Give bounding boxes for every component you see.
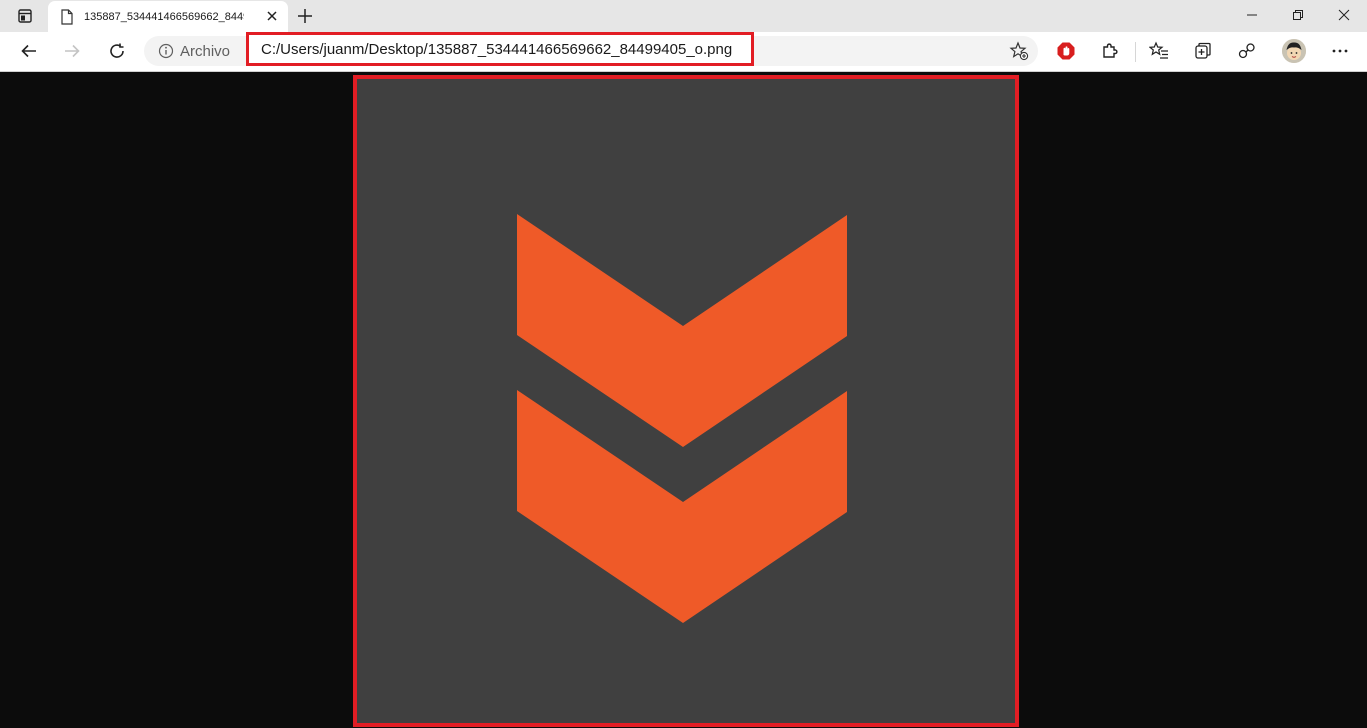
- tab-actions-icon: [18, 9, 32, 23]
- collections-button[interactable]: [1188, 38, 1218, 64]
- heart-pulse-icon: [1238, 43, 1255, 59]
- extensions-button[interactable]: [1095, 38, 1125, 64]
- page-icon: [60, 8, 74, 25]
- refresh-icon: [110, 43, 124, 58]
- add-favorite-button[interactable]: [1008, 41, 1030, 61]
- favorites-button[interactable]: [1144, 38, 1174, 64]
- site-info-button[interactable]: Archivo: [158, 36, 230, 66]
- info-icon: [158, 43, 174, 59]
- image-viewer: [0, 72, 1367, 728]
- refresh-button[interactable]: [103, 38, 131, 64]
- avatar: [1282, 39, 1306, 63]
- stop-sign-icon: [1057, 42, 1075, 60]
- profile-button[interactable]: [1279, 38, 1309, 64]
- forward-button[interactable]: [58, 38, 86, 64]
- restore-icon: [1293, 10, 1303, 20]
- more-horizontal-icon: [1332, 49, 1348, 53]
- plus-icon: [298, 9, 312, 23]
- tab-title: 135887_534441466569662_84499405_o.png: [84, 10, 244, 23]
- displayed-image[interactable]: [353, 75, 1019, 727]
- collections-icon: [1195, 42, 1211, 59]
- minimize-button[interactable]: [1229, 0, 1275, 30]
- arrow-left-icon: [21, 44, 36, 58]
- site-info-label: Archivo: [180, 42, 231, 60]
- arrow-right-icon: [65, 44, 80, 58]
- restore-button[interactable]: [1275, 0, 1321, 30]
- new-tab-button[interactable]: [295, 7, 315, 25]
- minimize-icon: [1247, 14, 1257, 16]
- url-text[interactable]: C:/Users/juanm/Desktop/135887_5344414665…: [246, 32, 754, 66]
- close-tab-icon[interactable]: [266, 10, 278, 22]
- tab-actions-button[interactable]: [10, 5, 40, 27]
- puzzle-icon: [1103, 43, 1118, 58]
- settings-more-button[interactable]: [1325, 38, 1355, 64]
- window-controls: [1229, 0, 1367, 30]
- close-window-button[interactable]: [1321, 0, 1367, 30]
- tab-active[interactable]: 135887_534441466569662_84499405_o.png: [48, 1, 288, 32]
- tab-strip: 135887_534441466569662_84499405_o.png: [0, 0, 1367, 32]
- performance-button[interactable]: [1232, 38, 1262, 64]
- browser-toolbar: Archivo C:/Users/juanm/Desktop/135887_53…: [0, 32, 1367, 72]
- favorites-list-icon: [1149, 41, 1168, 59]
- double-chevron-down-icon: [517, 214, 847, 623]
- back-button[interactable]: [15, 38, 43, 64]
- adblock-extension-button[interactable]: [1051, 38, 1081, 64]
- close-icon: [1338, 9, 1350, 21]
- star-add-icon: [1009, 41, 1029, 61]
- toolbar-divider: [1135, 42, 1136, 62]
- address-bar[interactable]: Archivo C:/Users/juanm/Desktop/135887_53…: [144, 32, 1038, 66]
